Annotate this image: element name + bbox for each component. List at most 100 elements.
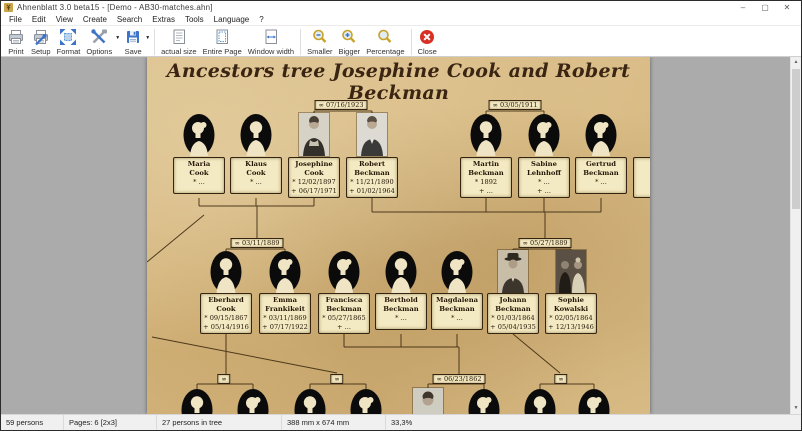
close-button[interactable]: ✕	[776, 1, 798, 14]
dropdown-arrow-icon[interactable]: ▼	[115, 35, 120, 41]
person-date: + ...	[462, 187, 510, 196]
status-field-4: 33,3%	[386, 415, 801, 430]
scroll-down-icon[interactable]: ▼	[791, 403, 801, 414]
person-card: KlausCook* ...	[230, 157, 282, 194]
person-name: Josephine	[290, 160, 338, 169]
toolbar-button-close[interactable]: Close	[415, 27, 440, 57]
person-name: Sophie	[547, 296, 595, 305]
person-date: * ...	[175, 178, 223, 187]
person-date: * ...	[577, 178, 625, 187]
status-field-2: 27 persons in tree	[157, 415, 282, 430]
person-date: + 01/02/1964	[348, 187, 396, 196]
toolbar-button-entire-page[interactable]: Entire Page	[200, 27, 245, 57]
person-date: + 05/14/1916	[202, 323, 250, 332]
menu-item-search[interactable]: Search	[112, 14, 147, 25]
person-name: Francisca	[320, 296, 368, 305]
app-logo-icon	[4, 3, 13, 12]
person-name: Beckman	[433, 305, 481, 314]
female-silhouette-icon	[577, 388, 611, 414]
person-card: MagdalenaBeckman* ...	[431, 293, 483, 330]
app-window: Ahnenblatt 3.0 beta15 - [Demo - AB30-mat…	[0, 0, 802, 431]
menu-bar: FileEditViewCreateSearchExtrasToolsLangu…	[1, 14, 801, 25]
toolbar-button-print[interactable]: Print	[4, 27, 28, 57]
person-name: Gertrud	[577, 160, 625, 169]
menu-item-view[interactable]: View	[51, 14, 78, 25]
person-date: + ...	[520, 187, 568, 196]
person-name: Eberhard	[202, 296, 250, 305]
tree-page: Ancestors tree Josephine Cook and Robert…	[147, 57, 650, 414]
marriage-label: ∞	[217, 374, 230, 384]
menu-item-tools[interactable]: Tools	[180, 14, 209, 25]
person-name: Cook	[202, 305, 250, 314]
toolbar-button-actual-size[interactable]: actual size	[158, 27, 199, 57]
menu-item-help[interactable]: ?	[254, 14, 268, 25]
window-title: Ahnenblatt 3.0 beta15 - [Demo - AB30-mat…	[17, 3, 213, 12]
male-silhouette-icon	[384, 250, 418, 294]
status-field-1: Pages: 6 [2x3]	[64, 415, 157, 430]
dropdown-arrow-icon[interactable]: ▼	[145, 35, 150, 41]
person-name: Beckman	[489, 305, 537, 314]
maximize-button[interactable]: ▢	[754, 1, 776, 14]
toolbar: PrintSetupFormatOptions▼Save▼actual size…	[1, 25, 801, 57]
toolbar-button-label: Save	[125, 47, 142, 56]
menu-item-file[interactable]: File	[4, 14, 27, 25]
printer-icon	[7, 28, 25, 46]
person-name: Lehnhoff	[520, 169, 568, 178]
toolbar-button-options[interactable]: Options	[83, 27, 115, 57]
toolbar-button-bigger[interactable]: Bigger	[336, 27, 364, 57]
female-silhouette-icon	[440, 250, 474, 294]
person-date: * ...	[520, 178, 568, 187]
person-name: Emma	[261, 296, 309, 305]
person-card: EmmaFrankikeit* 03/11/1869+ 07/17/1922	[259, 293, 311, 334]
male-silhouette-icon	[239, 113, 273, 157]
toolbar-button-label: Smaller	[307, 47, 332, 56]
toolbar-button-smaller[interactable]: Smaller	[304, 27, 335, 57]
person-name: Sabine	[520, 160, 568, 169]
toolbar-button-label: Bigger	[339, 47, 361, 56]
person-card: SophieKowalski* 02/05/1864+ 12/13/1946	[545, 293, 597, 334]
person-card: MariaCook* ...	[173, 157, 225, 194]
person-date: * 12/02/1897	[290, 178, 338, 187]
male-silhouette-icon	[523, 388, 557, 414]
toolbar-button-percentage[interactable]: Percentage	[363, 27, 407, 57]
scrollbar-thumb[interactable]	[792, 69, 800, 209]
menu-item-extras[interactable]: Extras	[147, 14, 180, 25]
female-silhouette-icon	[349, 388, 383, 414]
marriage-label: ∞ 03/11/1889	[231, 238, 284, 248]
person-card: BertholdBeckman* ...	[375, 293, 427, 330]
female-silhouette-icon	[467, 388, 501, 414]
zoom-out-icon	[311, 28, 329, 46]
male-silhouette-icon	[209, 250, 243, 294]
minimize-button[interactable]: –	[732, 1, 754, 14]
toolbar-button-window-width[interactable]: Window width	[245, 27, 297, 57]
toolbar-button-format[interactable]: Format	[54, 27, 84, 57]
menu-item-create[interactable]: Create	[78, 14, 112, 25]
marriage-label: ∞ 05/27/1889	[519, 238, 572, 248]
person-card: JosephineCook* 12/02/1897+ 06/17/1971	[288, 157, 340, 198]
female-silhouette-icon	[527, 113, 561, 157]
person-date: + 07/17/1922	[261, 323, 309, 332]
toolbar-button-setup[interactable]: Setup	[28, 27, 54, 57]
menu-item-edit[interactable]: Edit	[27, 14, 51, 25]
person-date: * ...	[232, 178, 280, 187]
person-name: Cook	[290, 169, 338, 178]
actual-size-icon	[170, 28, 188, 46]
toolbar-button-label: Setup	[31, 47, 51, 56]
person-date: * 1892	[462, 178, 510, 187]
person-name: Cook	[175, 169, 223, 178]
preview-viewport: Ancestors tree Josephine Cook and Robert…	[1, 57, 801, 414]
format-arrows-icon	[59, 28, 77, 46]
scroll-up-icon[interactable]: ▲	[791, 57, 801, 68]
portrait-photo	[413, 388, 443, 414]
marriage-label: ∞	[330, 374, 343, 384]
person-name: Magdalena	[433, 296, 481, 305]
toolbar-button-label: Format	[57, 47, 81, 56]
person-name: Beckman	[320, 305, 368, 314]
zoom-percentage-icon	[376, 28, 394, 46]
toolbar-button-save[interactable]: Save	[121, 27, 145, 57]
vertical-scrollbar[interactable]: ▲ ▼	[790, 57, 801, 414]
toolbar-button-label: Window width	[248, 47, 294, 56]
marriage-label: ∞ 07/16/1923	[315, 100, 368, 110]
person-card: MartinBeckman* 1892+ ...	[460, 157, 512, 198]
menu-item-language[interactable]: Language	[209, 14, 255, 25]
